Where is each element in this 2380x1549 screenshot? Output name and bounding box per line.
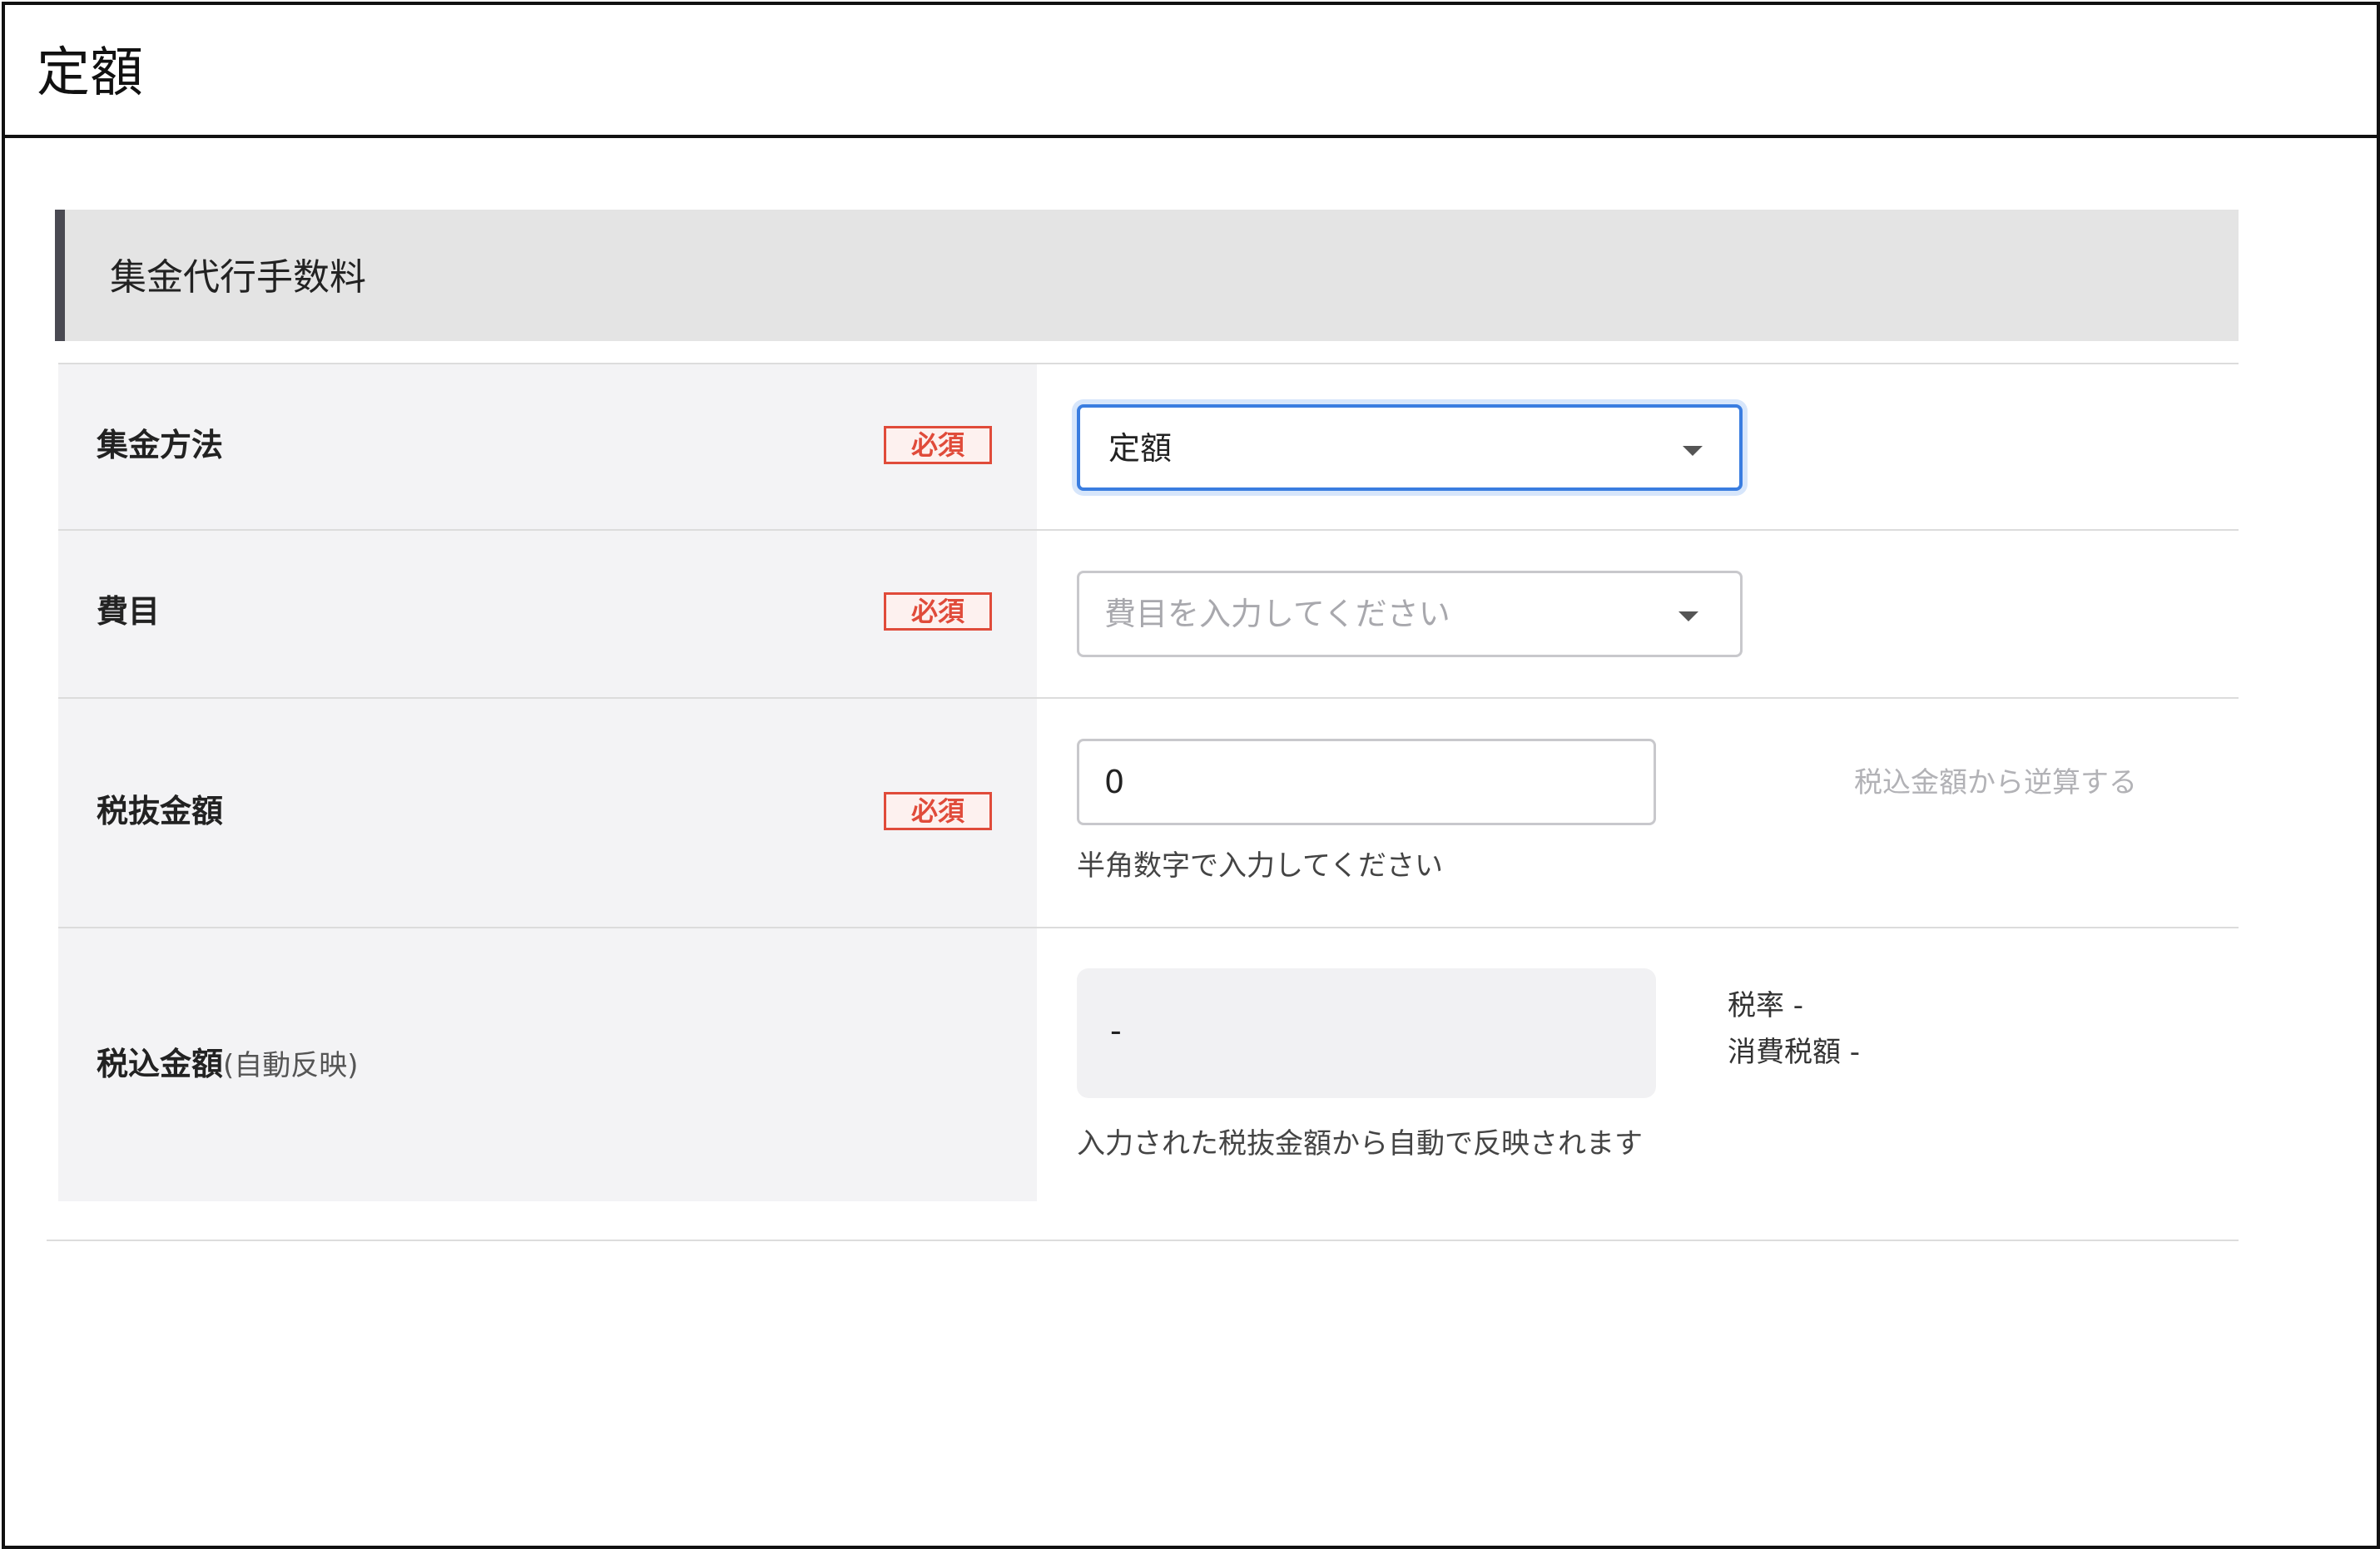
form-row-collection-method: 集金方法 必須 定額 xyxy=(58,364,2239,531)
label-cell: 費目 必須 xyxy=(58,531,1037,697)
expense-item-placeholder: 費目を入力してください xyxy=(1104,596,1450,632)
collection-method-label: 集金方法 xyxy=(97,427,224,463)
window-frame: 定額 集金代行手数料 集金方法 必須 定額 費目 必須 費目を入力してください … xyxy=(2,2,2380,1549)
required-badge: 必須 xyxy=(884,592,992,631)
tax-amount-text: 消費税額 - xyxy=(1728,1036,1861,1069)
reverse-calc-link[interactable]: 税込金額から逆算する xyxy=(1854,765,2137,800)
required-badge: 必須 xyxy=(884,426,992,464)
form-row-expense-item: 費目 必須 費目を入力してください xyxy=(58,531,2239,699)
fee-form: 集金方法 必須 定額 費目 必須 費目を入力してください 税抜金額 必須 0 税… xyxy=(58,363,2239,1201)
field-cell: - 税率 - 消費税額 - 入力された税抜金額から自動で反映されます xyxy=(1037,928,2239,1201)
amount-incl-tax-label-main: 税込金額 xyxy=(97,1046,224,1082)
page-title: 定額 xyxy=(37,42,143,104)
amount-excl-tax-label: 税抜金額 xyxy=(97,793,224,829)
amount-incl-tax-label-suffix: (自動反映) xyxy=(223,1049,359,1082)
section-header: 集金代行手数料 xyxy=(55,210,2239,341)
label-cell: 税抜金額 必須 xyxy=(58,699,1037,927)
amount-incl-tax-label: 税込金額(自動反映) xyxy=(97,1045,359,1085)
tax-rate-text: 税率 - xyxy=(1728,989,1804,1022)
section-title: 集金代行手数料 xyxy=(110,256,366,299)
field-cell: 定額 xyxy=(1037,364,2239,529)
amount-incl-tax-helper: 入力された税抜金額から自動で反映されます xyxy=(1077,1127,1643,1161)
frame-header: 定額 xyxy=(5,5,2377,138)
amount-incl-tax-value: - xyxy=(1110,1012,1122,1049)
amount-excl-tax-input[interactable] xyxy=(1077,739,1656,825)
form-row-amount-incl-tax: 税込金額(自動反映) - 税率 - 消費税額 - 入力された税抜金額から自動で反… xyxy=(58,928,2239,1201)
label-cell: 集金方法 必須 xyxy=(58,364,1037,529)
expense-item-select[interactable]: 費目を入力してください xyxy=(1077,571,1743,657)
amount-excl-tax-helper: 半角数字で入力してください xyxy=(1077,849,1443,883)
field-cell: 税込金額から逆算する 半角数字で入力してください xyxy=(1037,699,2239,927)
form-row-amount-excl-tax: 税抜金額 必須 税込金額から逆算する 半角数字で入力してください xyxy=(58,699,2239,928)
collection-method-selected-value: 定額 xyxy=(1108,430,1173,467)
chevron-down-icon xyxy=(1683,446,1703,456)
divider xyxy=(47,1240,2239,1241)
collection-method-select[interactable]: 定額 xyxy=(1077,404,1743,491)
expense-item-label: 費目 xyxy=(97,593,161,630)
field-cell: 費目を入力してください xyxy=(1037,531,2239,697)
required-badge: 必須 xyxy=(884,792,992,830)
label-cell: 税込金額(自動反映) xyxy=(58,928,1037,1201)
amount-incl-tax-display: - xyxy=(1077,968,1656,1098)
chevron-down-icon xyxy=(1678,611,1698,621)
